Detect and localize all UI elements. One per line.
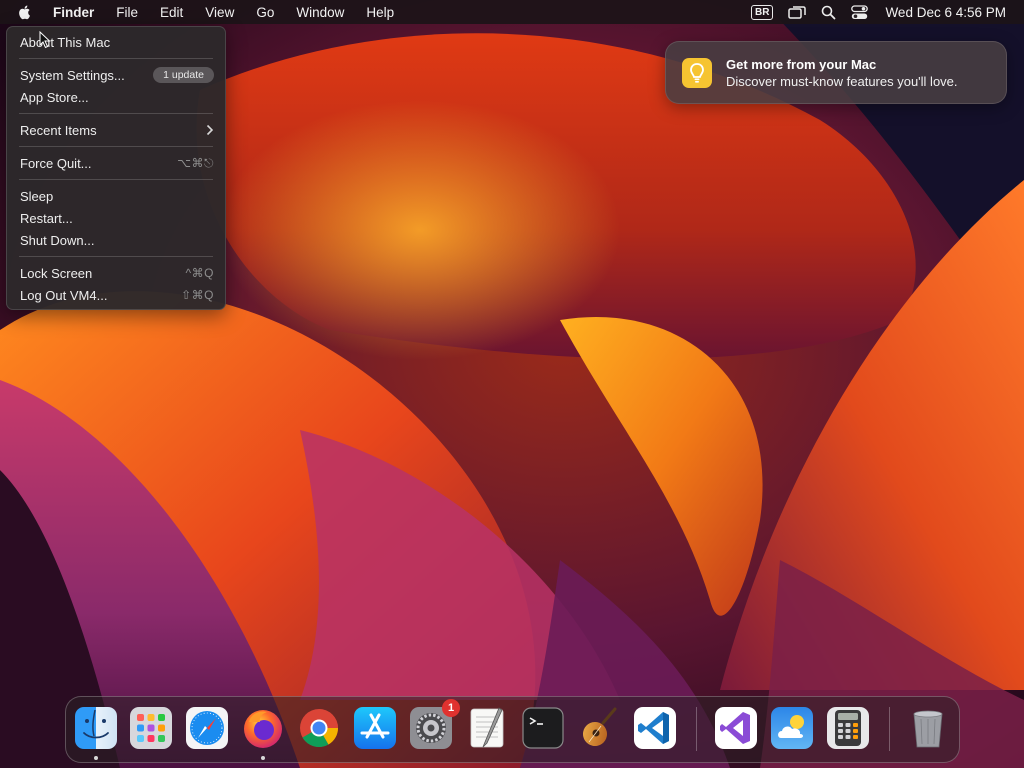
spotlight-search-icon[interactable]: [821, 5, 836, 20]
menu-bar: Finder File Edit View Go Window Help BR: [0, 0, 1024, 24]
notification-title: Get more from your Mac: [726, 57, 877, 72]
dock-chrome-icon[interactable]: [297, 706, 341, 750]
menu-view[interactable]: View: [205, 5, 234, 20]
menu-item-label: Sleep: [20, 188, 54, 204]
menu-item-lock-screen[interactable]: Lock Screen ^⌘Q: [20, 263, 214, 283]
menu-item-recent-items[interactable]: Recent Items: [20, 120, 214, 140]
menu-separator: [19, 58, 213, 59]
update-badge: 1 update: [153, 67, 214, 83]
dock-separator: [889, 707, 890, 751]
dock-textedit-icon[interactable]: [465, 706, 509, 750]
menu-item-sleep[interactable]: Sleep: [20, 186, 214, 206]
dock: 1: [65, 696, 960, 763]
menu-item-force-quit[interactable]: Force Quit... ⌥⌘⎋: [20, 153, 214, 173]
dock-weather-icon[interactable]: [770, 706, 814, 750]
control-center-icon[interactable]: [851, 4, 869, 20]
dock-separator: [696, 707, 697, 751]
menu-clock[interactable]: Wed Dec 6 4:56 PM: [885, 5, 1006, 20]
dock-garageband-icon[interactable]: [577, 706, 621, 750]
menu-item-label: About This Mac: [20, 34, 111, 50]
dock-trash-icon[interactable]: [906, 706, 950, 750]
menu-separator: [19, 113, 213, 114]
menu-item-label: App Store...: [20, 89, 89, 105]
menu-edit[interactable]: Edit: [160, 5, 183, 20]
running-indicator: [94, 756, 98, 760]
mouse-pointer-icon: [39, 31, 51, 49]
dock-launchpad-icon[interactable]: [129, 706, 173, 750]
apple-menu-dropdown: About This Mac System Settings... 1 upda…: [6, 26, 226, 310]
screen-mirroring-icon[interactable]: [788, 5, 807, 20]
menu-item-label: Shut Down...: [20, 232, 95, 248]
menu-separator: [19, 146, 213, 147]
menu-item-restart[interactable]: Restart...: [20, 208, 214, 228]
dock-safari-icon[interactable]: [185, 706, 229, 750]
dock-terminal-icon[interactable]: [521, 706, 565, 750]
keyboard-shortcut: ⌥⌘⎋: [177, 155, 214, 170]
menu-finder[interactable]: Finder: [53, 5, 94, 20]
menu-file[interactable]: File: [116, 5, 138, 20]
apple-menu-icon[interactable]: [17, 4, 33, 20]
dock-app-store-icon[interactable]: [353, 706, 397, 750]
dock-vscode-icon[interactable]: [633, 706, 677, 750]
dock-calculator-icon[interactable]: [826, 706, 870, 750]
menu-item-system-settings[interactable]: System Settings... 1 update: [20, 65, 214, 85]
menu-item-label: Restart...: [20, 210, 73, 226]
dock-finder-icon[interactable]: [74, 706, 118, 750]
menu-item-label: Log Out VM4...: [20, 287, 108, 303]
menu-item-log-out[interactable]: Log Out VM4... ⇧⌘Q: [20, 285, 214, 305]
tips-notification[interactable]: Get more from your Mac Discover must-kno…: [665, 41, 1007, 104]
system-settings-badge: 1: [442, 699, 460, 717]
tips-app-icon: [682, 58, 712, 88]
dock-firefox-icon[interactable]: [241, 706, 285, 750]
menu-item-app-store[interactable]: App Store...: [20, 87, 214, 107]
menu-item-label: System Settings...: [20, 67, 125, 83]
dock-visual-studio-icon[interactable]: [714, 706, 758, 750]
keyboard-shortcut: ^⌘Q: [185, 266, 214, 280]
input-source-indicator[interactable]: BR: [750, 4, 774, 20]
menu-separator: [19, 179, 213, 180]
menu-window[interactable]: Window: [296, 5, 344, 20]
menu-separator: [19, 256, 213, 257]
menu-item-shut-down[interactable]: Shut Down...: [20, 230, 214, 250]
notification-body: Discover must-know features you'll love.: [726, 74, 958, 89]
running-indicator: [261, 756, 265, 760]
menu-go[interactable]: Go: [256, 5, 274, 20]
menu-item-label: Force Quit...: [20, 155, 92, 171]
desktop[interactable]: Finder File Edit View Go Window Help BR: [0, 0, 1024, 768]
keyboard-shortcut: ⇧⌘Q: [181, 288, 214, 302]
menu-help[interactable]: Help: [366, 5, 394, 20]
chevron-right-icon: [206, 124, 214, 136]
menu-item-label: Recent Items: [20, 122, 97, 138]
menu-item-label: Lock Screen: [20, 265, 93, 281]
